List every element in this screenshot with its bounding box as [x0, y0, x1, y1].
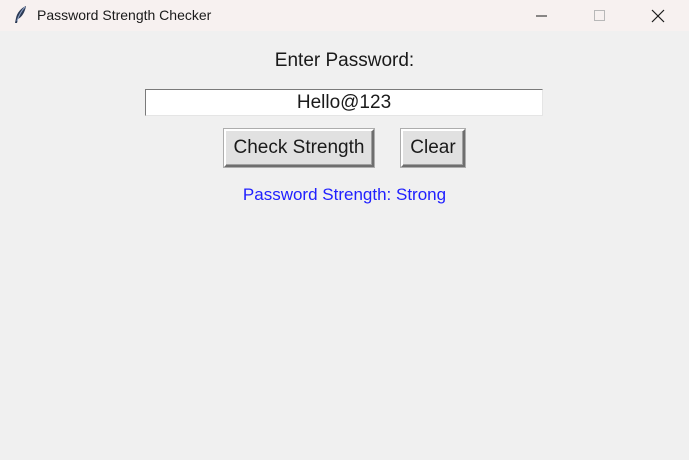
title-bar[interactable]: Password Strength Checker [0, 0, 689, 31]
close-button[interactable] [635, 0, 681, 31]
check-strength-button[interactable]: Check Strength [224, 129, 374, 167]
password-input[interactable] [145, 89, 543, 116]
window-title: Password Strength Checker [37, 7, 212, 23]
clear-button[interactable]: Clear [401, 129, 465, 167]
minimize-icon [536, 15, 547, 16]
app-window: Password Strength Checker Enter Password… [0, 0, 689, 460]
password-strength-result: Password Strength: Strong [242, 185, 447, 204]
close-icon [651, 9, 665, 22]
client-area: Enter Password: Check Strength Clear Pas… [0, 31, 689, 460]
maximize-icon [594, 9, 605, 21]
feather-icon [12, 5, 30, 25]
enter-password-label: Enter Password: [274, 50, 415, 71]
minimize-button[interactable] [519, 0, 565, 31]
maximize-button[interactable] [577, 0, 623, 31]
